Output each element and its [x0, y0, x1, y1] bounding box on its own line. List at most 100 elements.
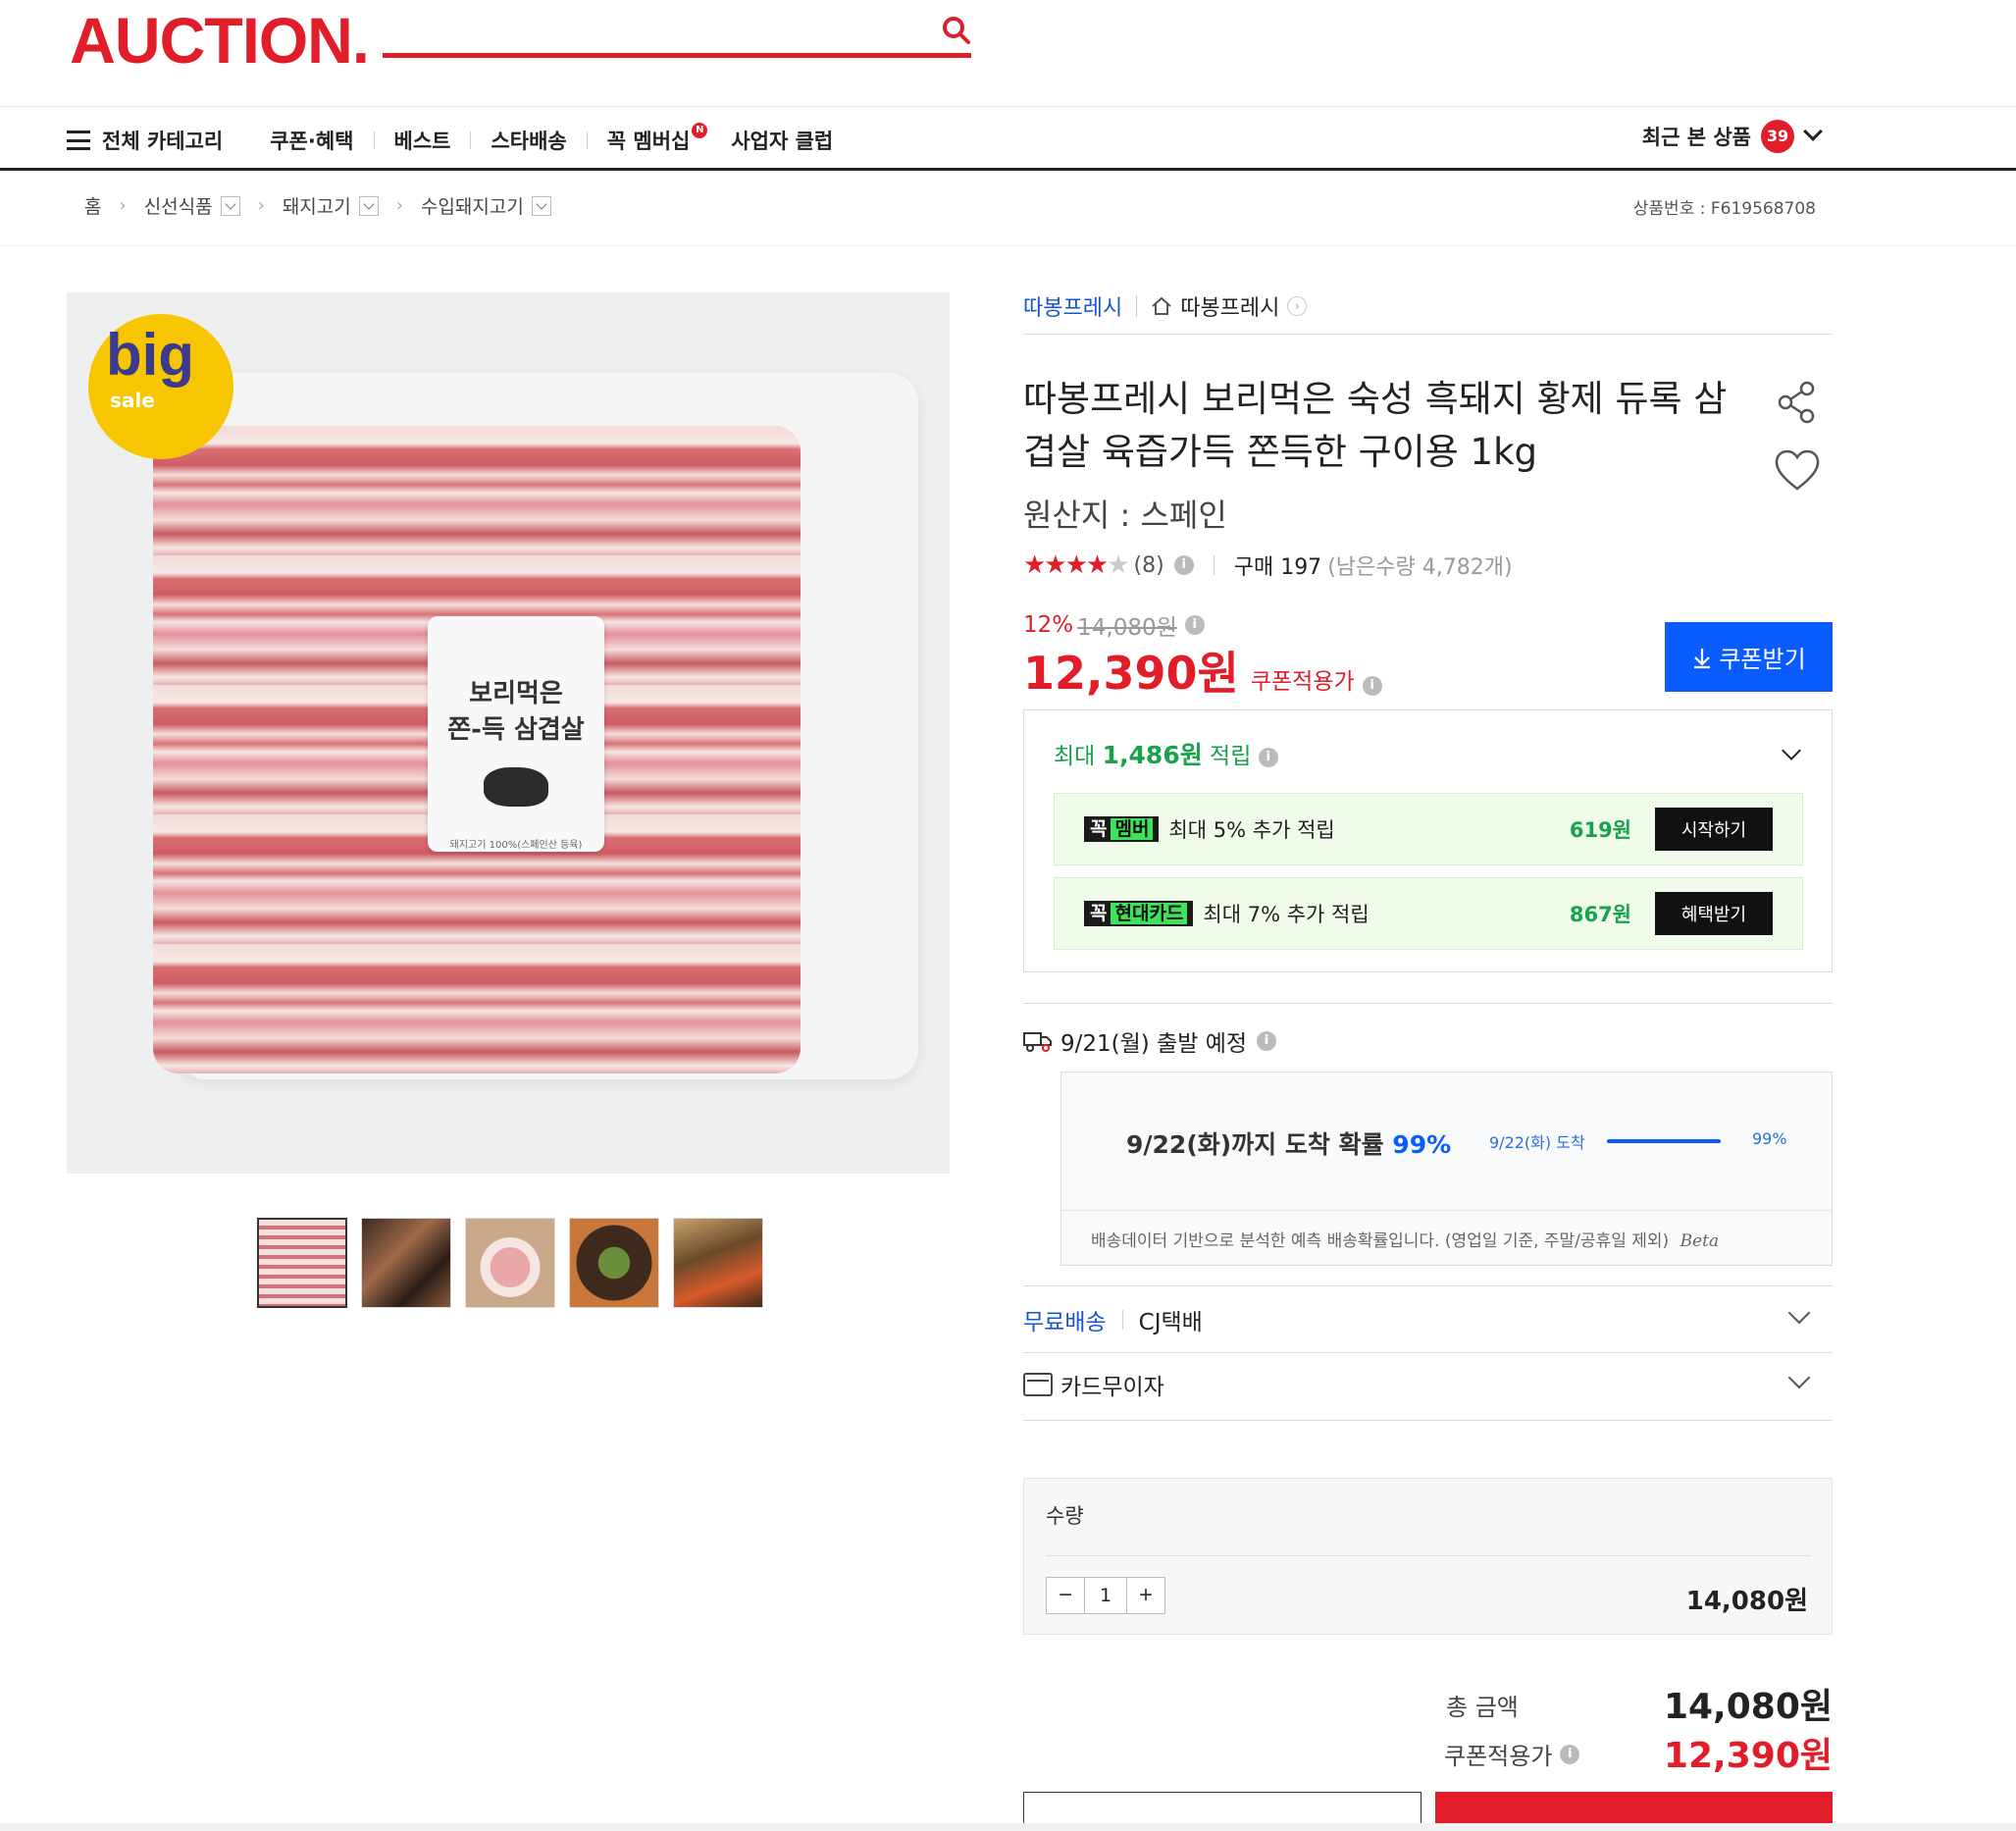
- eta-bar-label: 9/22(화) 도착: [1489, 1133, 1585, 1152]
- reward-suffix: 적립: [1210, 744, 1252, 769]
- reward-prefix: 최대: [1054, 744, 1096, 769]
- info-icon[interactable]: i: [1257, 1031, 1277, 1051]
- decrease-button[interactable]: −: [1047, 1578, 1084, 1613]
- nav-membership[interactable]: 꼭 멤버십 N: [606, 123, 708, 155]
- coupon-price: 12,390원: [1023, 647, 1239, 700]
- label-small-text: 돼지고기 100%(스페인산 등육): [449, 840, 583, 851]
- label-line-1: 보리먹은: [469, 679, 563, 708]
- search-input[interactable]: [383, 53, 971, 58]
- chevron-down-icon[interactable]: [1782, 741, 1801, 760]
- discount-percent: 12%: [1023, 612, 1074, 638]
- installment-row[interactable]: 카드무이자: [1023, 1366, 1833, 1400]
- page-bottom-edge: [0, 1823, 2016, 1831]
- perk-membership: 꼭 멤버 최대 5% 추가 적립 619원 시작하기: [1054, 793, 1803, 865]
- get-coupon-button[interactable]: 쿠폰받기: [1665, 622, 1833, 692]
- eta-headline: 9/22(화)까지 도착 확률 99%: [1126, 1125, 1451, 1161]
- badge-sale-text: sale: [110, 389, 155, 412]
- perk-hyundai-card: 꼭 현대카드 최대 7% 추가 적립 867원 혜택받기: [1054, 877, 1803, 950]
- home-icon: [1152, 296, 1171, 315]
- download-icon: [1694, 648, 1711, 668]
- start-membership-button[interactable]: 시작하기: [1655, 808, 1773, 851]
- eta-note: 배송데이터 기반으로 분석한 예측 배송확률입니다. (영업일 기준, 주말/공…: [1061, 1210, 1832, 1265]
- auction-logo[interactable]: AUCTION.: [70, 8, 370, 73]
- nav-coupon[interactable]: 쿠폰·혜택: [270, 126, 353, 155]
- thumbnail-3[interactable]: [465, 1218, 555, 1308]
- hamburger-icon: [67, 131, 90, 150]
- line-price: 14,080원: [1685, 1587, 1808, 1616]
- product-title: 따봉프레시 보리먹은 숙성 흑돼지 황제 듀록 삼겹살 육즙가득 쫀득한 구이용…: [1023, 378, 1728, 473]
- heart-icon[interactable]: [1774, 449, 1821, 493]
- chevron-right-icon[interactable]: ›: [1287, 296, 1308, 316]
- breadcrumb-level-3[interactable]: 수입돼지고기: [421, 192, 524, 219]
- quantity-stepper: − 1 +: [1046, 1577, 1165, 1614]
- perk-amount: 867원: [1569, 903, 1631, 926]
- info-icon[interactable]: i: [1362, 676, 1382, 696]
- get-coupon-label: 쿠폰받기: [1719, 647, 1806, 673]
- seller-row: 따봉프레시 따봉프레시 ›: [1023, 290, 1308, 322]
- product-main-image[interactable]: 보리먹은 쫀-득 삼겹살 돼지고기 100%(스페인산 등육) big sale: [67, 292, 950, 1174]
- share-icon[interactable]: [1774, 379, 1821, 426]
- credit-card-icon: [1023, 1373, 1053, 1396]
- stars-filled: ★★★★: [1023, 550, 1109, 580]
- thumbnail-4[interactable]: [569, 1218, 659, 1308]
- breadcrumb-home[interactable]: 홈: [84, 192, 101, 219]
- nav-membership-label: 꼭 멤버십: [606, 130, 691, 153]
- quantity-input[interactable]: 1: [1084, 1578, 1127, 1613]
- dropdown-icon[interactable]: [531, 195, 551, 216]
- total-label: 총 금액: [1446, 1694, 1519, 1721]
- breadcrumb-level-1[interactable]: 신선식품: [144, 192, 213, 219]
- info-icon[interactable]: i: [1560, 1744, 1580, 1764]
- nav-business-club[interactable]: 사업자 클럽: [731, 126, 833, 155]
- chevron-down-icon[interactable]: [1787, 1301, 1811, 1325]
- chevron-down-icon[interactable]: [1787, 1366, 1811, 1389]
- search-icon[interactable]: [940, 14, 973, 47]
- thumbnail-5[interactable]: [673, 1218, 763, 1308]
- reward-max-amount: 1,486원: [1102, 741, 1203, 769]
- divider: [1023, 1352, 1833, 1353]
- thumbnail-2[interactable]: [361, 1218, 451, 1308]
- eta-note-text: 배송데이터 기반으로 분석한 예측 배송확률입니다. (영업일 기준, 주말/공…: [1091, 1231, 1670, 1251]
- header-divider: [0, 106, 2016, 107]
- installment-label: 카드무이자: [1060, 1375, 1164, 1400]
- info-icon[interactable]: i: [1258, 747, 1278, 767]
- pig-icon: [484, 767, 548, 807]
- reward-box: 최대 1,486원 적립 i 꼭 멤버 최대 5% 추가 적립 619원 시작하기…: [1023, 709, 1833, 972]
- seller-divider: [1023, 334, 1833, 335]
- get-benefit-button[interactable]: 혜택받기: [1655, 892, 1773, 935]
- coupon-total-amount: 12,390원: [1663, 1736, 1833, 1776]
- all-categories-button[interactable]: 전체 카테고리: [67, 126, 223, 155]
- info-icon[interactable]: i: [1184, 615, 1205, 635]
- departure-text: 9/21(월) 출발 예정: [1060, 1031, 1248, 1057]
- coupon-price-label: 쿠폰적용가: [1250, 669, 1355, 695]
- main-nav: 전체 카테고리 쿠폰·혜택 베스트 스타배송 꼭 멤버십 N 사업자 클럽: [67, 116, 833, 165]
- recent-label: 최근 본 상품: [1641, 126, 1751, 149]
- departure-row: 9/21(월) 출발 예정 i: [1023, 1024, 1277, 1058]
- nav-best[interactable]: 베스트: [394, 126, 451, 155]
- coupon-total-text: 쿠폰적용가: [1444, 1743, 1553, 1770]
- dropdown-icon[interactable]: [220, 195, 240, 216]
- reward-head[interactable]: 최대 1,486원 적립 i: [1054, 736, 1278, 771]
- product-label-card: 보리먹은 쫀-득 삼겹살 돼지고기 100%(스페인산 등육): [428, 616, 604, 852]
- breadcrumb-divider: [0, 245, 2016, 246]
- divider: [1023, 1420, 1833, 1421]
- shipping-option-row[interactable]: 무료배송 CJ택배: [1023, 1301, 1833, 1335]
- increase-button[interactable]: +: [1127, 1578, 1164, 1613]
- coupon-total-label: 쿠폰적용가 i: [1444, 1737, 1580, 1771]
- eta-text: 9/22(화)까지 도착 확률: [1126, 1130, 1384, 1159]
- star-rating: ★★★★★: [1023, 550, 1130, 580]
- recent-products-button[interactable]: 최근 본 상품 39: [1641, 120, 1823, 153]
- perk-amount: 619원: [1569, 818, 1631, 842]
- free-shipping-label: 무료배송: [1023, 1310, 1107, 1335]
- perk-text: 최대 5% 추가 적립: [1168, 818, 1335, 842]
- info-icon[interactable]: i: [1173, 555, 1194, 575]
- eta-percent: 99%: [1392, 1130, 1452, 1159]
- carrier-label: CJ택배: [1138, 1310, 1203, 1335]
- breadcrumb-level-2[interactable]: 돼지고기: [283, 192, 351, 219]
- thumbnail-1[interactable]: [257, 1218, 347, 1308]
- nav-star-delivery[interactable]: 스타배송: [491, 126, 566, 155]
- review-count[interactable]: (8): [1134, 553, 1164, 578]
- seller-link[interactable]: 따봉프레시: [1023, 290, 1122, 322]
- quantity-label: 수량: [1046, 1504, 1084, 1528]
- dropdown-icon[interactable]: [358, 195, 379, 216]
- store-link[interactable]: 따봉프레시: [1180, 290, 1279, 322]
